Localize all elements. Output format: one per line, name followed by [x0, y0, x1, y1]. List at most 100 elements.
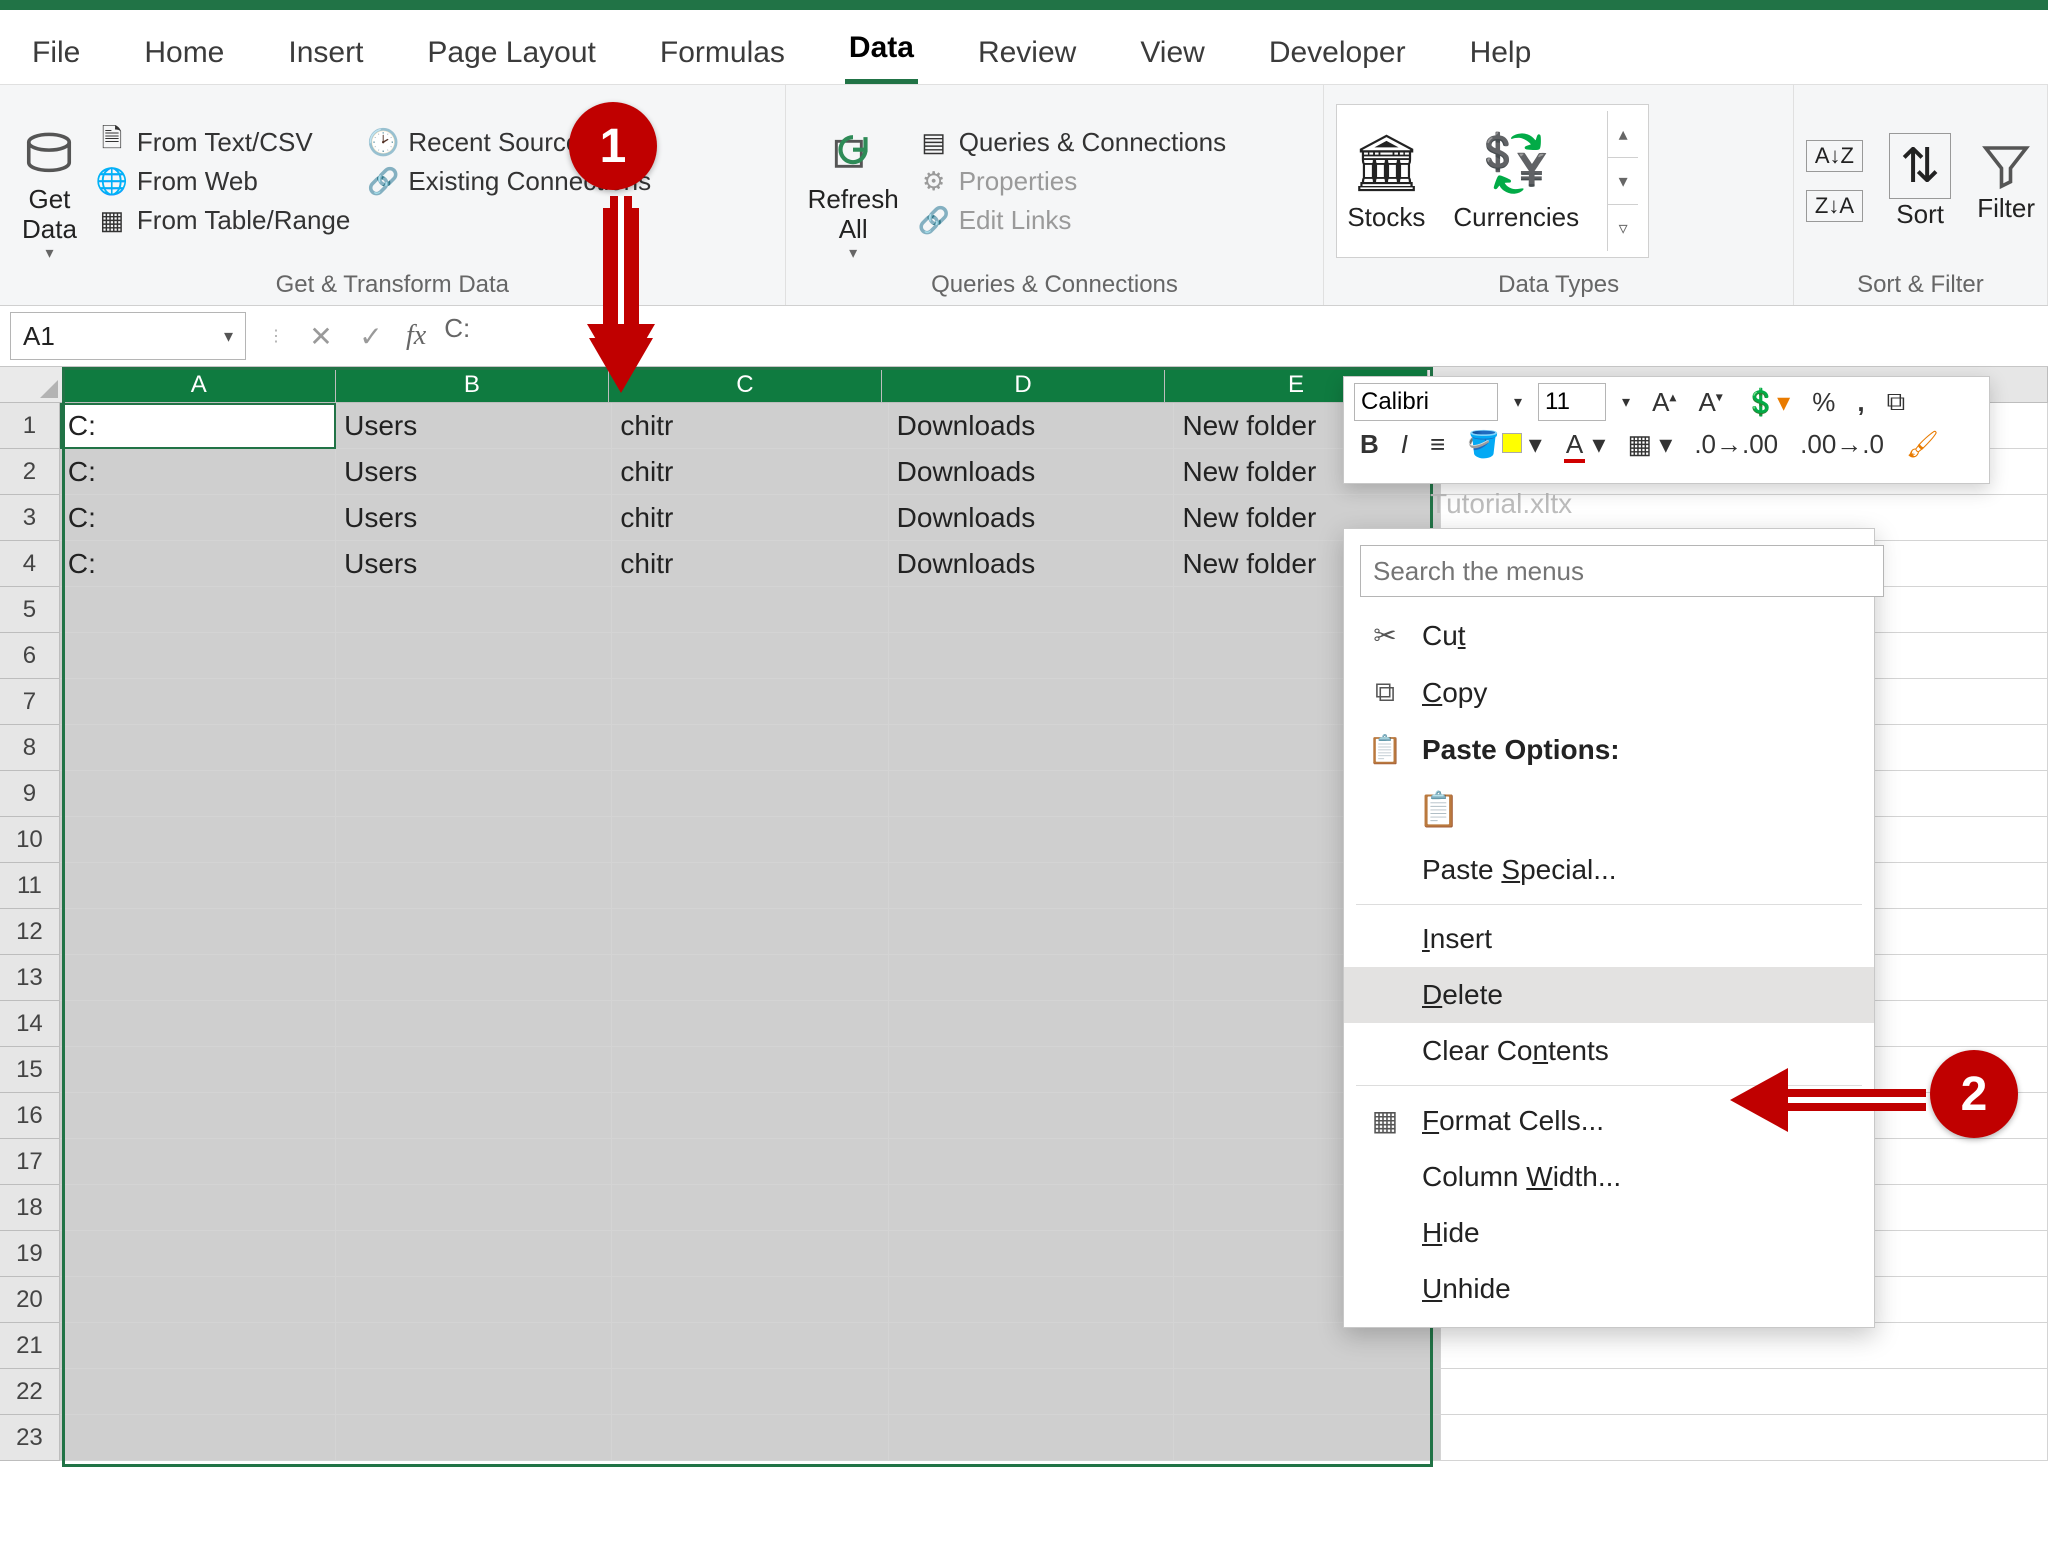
tab-review[interactable]: Review: [974, 30, 1080, 84]
decrease-decimal-button[interactable]: .00→.0: [1794, 427, 1890, 462]
cell-A4[interactable]: C:: [60, 541, 336, 587]
cell-D23[interactable]: [889, 1415, 1175, 1461]
row-header-2[interactable]: 2: [0, 449, 60, 495]
col-header-A[interactable]: A: [63, 367, 336, 403]
cell-D8[interactable]: [889, 725, 1175, 771]
cell-C13[interactable]: [612, 955, 888, 1001]
cell-D14[interactable]: [889, 1001, 1175, 1047]
cell-B22[interactable]: [336, 1369, 612, 1415]
cell-B17[interactable]: [336, 1139, 612, 1185]
cell-C14[interactable]: [612, 1001, 888, 1047]
row-header-3[interactable]: 3: [0, 495, 60, 541]
cell-D5[interactable]: [889, 587, 1175, 633]
col-header-B[interactable]: B: [336, 367, 609, 403]
cell-C17[interactable]: [612, 1139, 888, 1185]
row-header-22[interactable]: 22: [0, 1369, 60, 1415]
from-web-button[interactable]: 🌐 From Web: [97, 166, 350, 197]
filter-button[interactable]: Filter: [1977, 139, 2035, 224]
cell-A17[interactable]: [60, 1139, 336, 1185]
cell-B12[interactable]: [336, 909, 612, 955]
comma-button[interactable]: ,: [1851, 385, 1870, 420]
fill-color-button[interactable]: 🪣 ▾: [1461, 427, 1548, 462]
gallery-up-button[interactable]: ▴: [1608, 111, 1638, 158]
cell-A11[interactable]: [60, 863, 336, 909]
row-header-18[interactable]: 18: [0, 1185, 60, 1231]
percent-button[interactable]: %: [1806, 385, 1841, 420]
row-header-13[interactable]: 13: [0, 955, 60, 1001]
row-header-8[interactable]: 8: [0, 725, 60, 771]
cell-B6[interactable]: [336, 633, 612, 679]
cell-A10[interactable]: [60, 817, 336, 863]
cell-D7[interactable]: [889, 679, 1175, 725]
cell-A12[interactable]: [60, 909, 336, 955]
cell-A14[interactable]: [60, 1001, 336, 1047]
menu-delete[interactable]: Delete: [1344, 967, 1874, 1023]
cell-B20[interactable]: [336, 1277, 612, 1323]
decrease-font-button[interactable]: A▾: [1692, 385, 1728, 420]
tab-file[interactable]: File: [28, 30, 84, 84]
cell-A5[interactable]: [60, 587, 336, 633]
row-header-6[interactable]: 6: [0, 633, 60, 679]
sort-button[interactable]: ⇅ Sort: [1889, 133, 1951, 230]
select-all-button[interactable]: [0, 367, 63, 403]
cell-A16[interactable]: [60, 1093, 336, 1139]
cell-C19[interactable]: [612, 1231, 888, 1277]
cell-A7[interactable]: [60, 679, 336, 725]
row-header-19[interactable]: 19: [0, 1231, 60, 1277]
cell-B19[interactable]: [336, 1231, 612, 1277]
tab-insert[interactable]: Insert: [284, 30, 367, 84]
chevron-down-icon[interactable]: ▾: [224, 326, 233, 347]
cell-B14[interactable]: [336, 1001, 612, 1047]
accounting-format-button[interactable]: 💲▾: [1739, 385, 1796, 420]
cell-D1[interactable]: Downloads: [889, 403, 1175, 449]
cell-C1[interactable]: chitr: [612, 403, 888, 449]
cell-C23[interactable]: [612, 1415, 888, 1461]
cell-B23[interactable]: [336, 1415, 612, 1461]
tab-help[interactable]: Help: [1466, 30, 1536, 84]
cancel-formula-button[interactable]: ✕: [296, 320, 346, 353]
menu-search-input[interactable]: [1360, 545, 1884, 597]
cell-B3[interactable]: Users: [336, 495, 612, 541]
cell-B9[interactable]: [336, 771, 612, 817]
cell-B7[interactable]: [336, 679, 612, 725]
cell-C10[interactable]: [612, 817, 888, 863]
sort-za-button[interactable]: Z↓A: [1806, 190, 1863, 222]
cell-D2[interactable]: Downloads: [889, 449, 1175, 495]
format-painter-button[interactable]: 🖌: [1900, 427, 1945, 462]
cell-A19[interactable]: [60, 1231, 336, 1277]
cell-B11[interactable]: [336, 863, 612, 909]
cell-A1[interactable]: C:: [60, 403, 336, 449]
cell-rest[interactable]: [1441, 1323, 2048, 1369]
cell-A13[interactable]: [60, 955, 336, 1001]
row-header-7[interactable]: 7: [0, 679, 60, 725]
chevron-down-icon[interactable]: ▾: [1616, 390, 1636, 414]
row-header-1[interactable]: 1: [0, 403, 60, 449]
cell-C5[interactable]: [612, 587, 888, 633]
cell-A18[interactable]: [60, 1185, 336, 1231]
queries-connections-button[interactable]: ▤ Queries & Connections: [919, 127, 1226, 158]
cell-D19[interactable]: [889, 1231, 1175, 1277]
tab-data[interactable]: Data: [845, 25, 918, 84]
cell-B18[interactable]: [336, 1185, 612, 1231]
stocks-button[interactable]: 🏛 Stocks: [1347, 130, 1425, 233]
sort-az-button[interactable]: A↓Z: [1806, 140, 1863, 172]
cell-E22[interactable]: [1174, 1369, 1441, 1415]
table-row[interactable]: 21: [0, 1323, 2048, 1369]
align-button[interactable]: ≡: [1424, 427, 1451, 462]
cell-C12[interactable]: [612, 909, 888, 955]
cell-D17[interactable]: [889, 1139, 1175, 1185]
menu-cut[interactable]: ✂ Cut: [1344, 607, 1874, 664]
menu-column-width[interactable]: Column Width...: [1344, 1149, 1874, 1205]
from-table-range-button[interactable]: ▦ From Table/Range: [97, 205, 350, 236]
refresh-all-button[interactable]: Refresh All ▾: [798, 95, 909, 267]
cell-D22[interactable]: [889, 1369, 1175, 1415]
formula-input[interactable]: C:: [436, 313, 2048, 359]
get-data-button[interactable]: Get Data ▾: [12, 95, 87, 267]
menu-unhide[interactable]: Unhide: [1344, 1261, 1874, 1317]
cell-E21[interactable]: [1174, 1323, 1441, 1369]
cell-C2[interactable]: chitr: [612, 449, 888, 495]
name-box[interactable]: A1 ▾: [10, 312, 246, 360]
cell-C16[interactable]: [612, 1093, 888, 1139]
cell-B16[interactable]: [336, 1093, 612, 1139]
cell-D18[interactable]: [889, 1185, 1175, 1231]
